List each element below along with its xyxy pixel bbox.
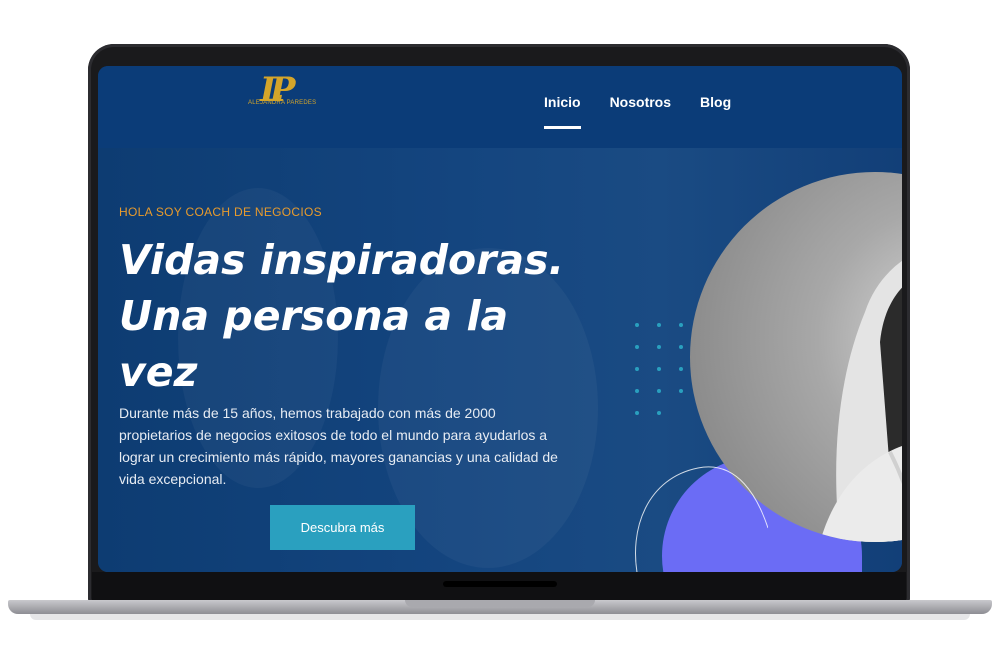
laptop-notch (443, 581, 557, 587)
discover-more-button[interactable]: Descubra más (270, 505, 415, 550)
site-logo[interactable]: LP ALEJANDRA PAREDES (248, 70, 316, 126)
hero-description: Durante más de 15 años, hemos trabajado … (119, 405, 558, 487)
laptop-shadow (30, 614, 970, 620)
decorative-dots (635, 323, 683, 415)
laptop-bezel (92, 572, 906, 602)
site-header: LP ALEJANDRA PAREDES Inicio Nosotros Blo… (98, 66, 902, 148)
hero-title: Vidas inspiradoras. Una persona a la vez (119, 232, 589, 400)
main-nav: Inicio Nosotros Blog (544, 94, 731, 129)
logo-name: ALEJANDRA PAREDES (248, 100, 317, 106)
nav-item-inicio[interactable]: Inicio (544, 94, 581, 129)
hero-title-line: Una persona a la (119, 292, 509, 340)
hero-section: HOLA SOY COACH DE NEGOCIOS Vidas inspira… (98, 148, 902, 572)
decorative-curve (635, 466, 768, 572)
hero-eyebrow: HOLA SOY COACH DE NEGOCIOS (119, 205, 322, 219)
nav-item-blog[interactable]: Blog (700, 94, 731, 110)
hero-title-line: Vidas inspiradoras. (119, 236, 565, 284)
nav-item-nosotros[interactable]: Nosotros (610, 94, 671, 110)
hero-title-line: vez (119, 348, 198, 396)
laptop-screen: LP ALEJANDRA PAREDES Inicio Nosotros Blo… (98, 66, 902, 572)
laptop-base-groove (405, 600, 595, 607)
